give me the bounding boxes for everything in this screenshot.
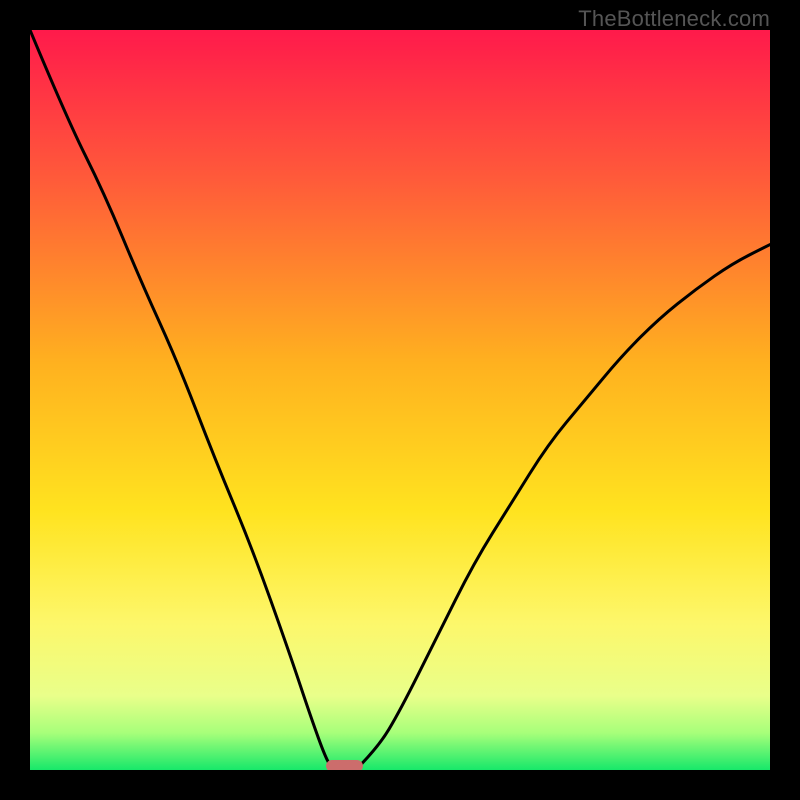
- watermark-text: TheBottleneck.com: [578, 6, 770, 32]
- chart-svg: [30, 30, 770, 770]
- chart-plot-area: [30, 30, 770, 770]
- bottleneck-marker: [326, 760, 363, 770]
- chart-frame: TheBottleneck.com: [0, 0, 800, 800]
